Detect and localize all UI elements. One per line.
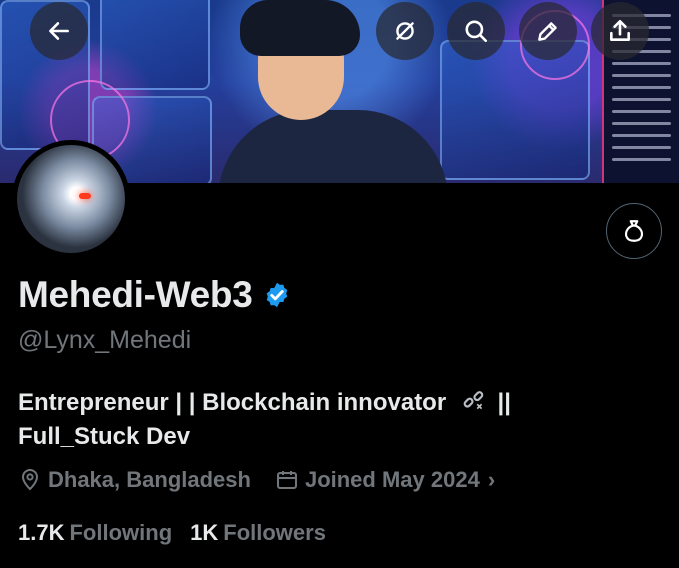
bio: Entrepreneur | | Blockchain innovator ||…	[18, 386, 618, 454]
chain-link-icon	[463, 391, 484, 410]
bio-line-2: Full_Stuck Dev	[18, 423, 191, 450]
avatar[interactable]	[12, 140, 130, 258]
display-name: Mehedi-Web3	[18, 274, 253, 315]
location-pin-icon	[21, 469, 39, 491]
wallet-button[interactable]	[606, 203, 662, 259]
money-bag-icon	[624, 220, 644, 242]
bio-line-1-suffix: ||	[497, 389, 511, 416]
following-link[interactable]: 1.7K Following	[18, 520, 172, 546]
grok-button[interactable]	[376, 2, 434, 60]
bio-line-1: Entrepreneur | | Blockchain innovator	[18, 389, 447, 416]
arrow-left-icon	[49, 22, 69, 40]
profile-meta: Dhaka, Bangladesh Joined May 2024 ›	[18, 467, 495, 493]
handle: @Lynx_Mehedi	[18, 326, 192, 354]
grok-icon	[396, 22, 414, 40]
search-icon	[465, 20, 488, 43]
verified-badge-icon[interactable]	[263, 281, 291, 309]
share-upload-icon	[610, 19, 630, 41]
share-button[interactable]	[591, 2, 649, 60]
back-button[interactable]	[30, 2, 88, 60]
location: Dhaka, Bangladesh	[18, 467, 251, 493]
calendar-icon	[276, 471, 297, 489]
edit-button[interactable]	[519, 2, 577, 60]
chevron-right-icon[interactable]: ›	[488, 467, 495, 493]
profile-name-row: Mehedi-Web3	[18, 274, 291, 316]
search-button[interactable]	[447, 2, 505, 60]
edit-pencil-icon	[538, 22, 557, 41]
follow-stats: 1.7K Following 1K Followers	[18, 520, 344, 546]
joined-date[interactable]: Joined May 2024	[275, 467, 480, 493]
followers-link[interactable]: 1K Followers	[190, 520, 326, 546]
